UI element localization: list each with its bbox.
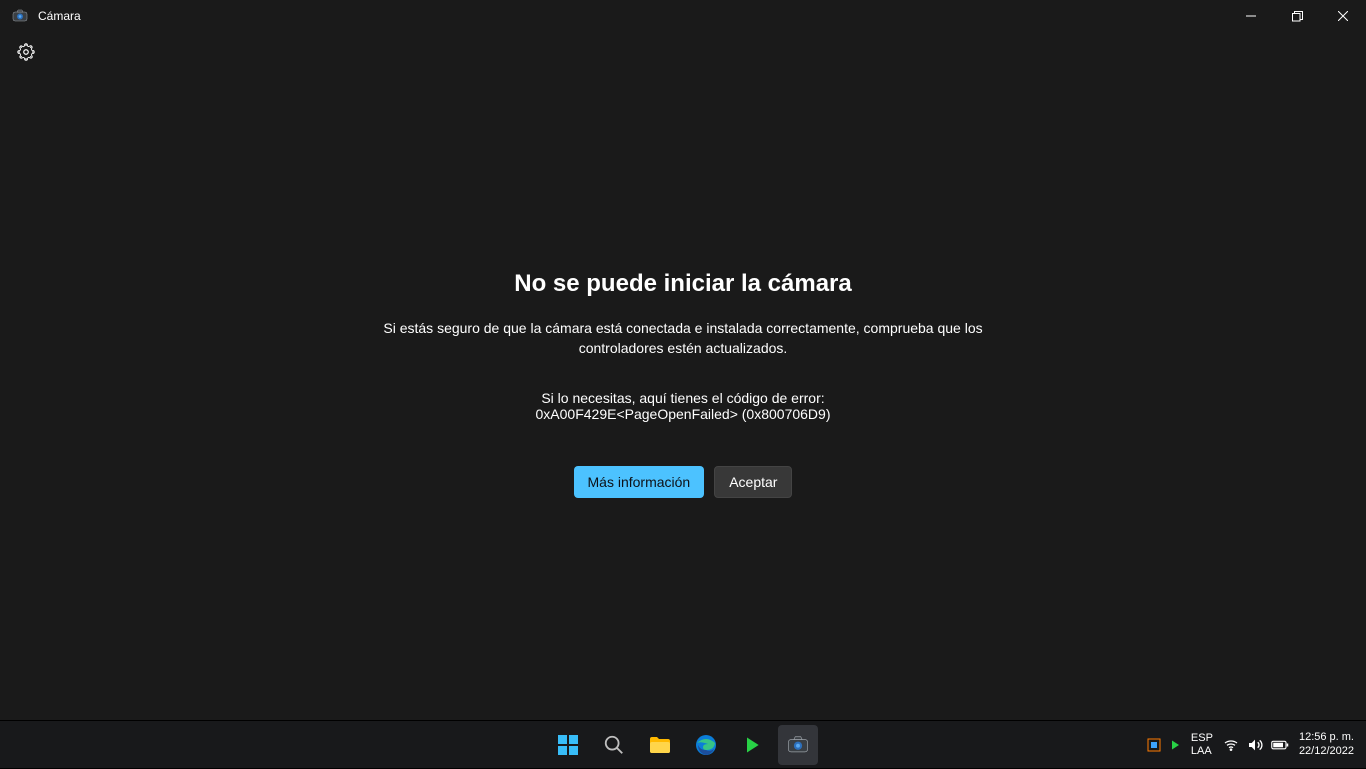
camera-app-window: Cámara No bbox=[0, 0, 1366, 768]
camera-taskbar-button[interactable] bbox=[778, 725, 818, 765]
app-button-1[interactable] bbox=[732, 725, 772, 765]
error-code-block: Si lo necesitas, aquí tienes el código d… bbox=[536, 372, 831, 422]
error-title: No se puede iniciar la cámara bbox=[514, 270, 852, 298]
search-button[interactable] bbox=[594, 725, 634, 765]
error-buttons: Más información Aceptar bbox=[574, 466, 793, 498]
battery-icon bbox=[1271, 738, 1289, 752]
edge-browser-button[interactable] bbox=[686, 725, 726, 765]
taskbar-center bbox=[548, 725, 818, 765]
more-info-button[interactable]: Más información bbox=[574, 466, 705, 498]
taskbar: ESP LAA 12:56 p. m. 22/12/2022 bbox=[0, 720, 1366, 768]
tray-app-icon-2[interactable] bbox=[1169, 739, 1181, 751]
error-code: 0xA00F429E<PageOpenFailed> (0x800706D9) bbox=[536, 406, 831, 422]
language-secondary: LAA bbox=[1191, 745, 1213, 757]
system-tray[interactable] bbox=[1223, 737, 1289, 753]
clock-time: 12:56 p. m. bbox=[1299, 731, 1354, 744]
tray-apps bbox=[1147, 738, 1181, 752]
language-primary: ESP bbox=[1191, 732, 1213, 744]
taskbar-right: ESP LAA 12:56 p. m. 22/12/2022 bbox=[1147, 721, 1358, 769]
file-explorer-button[interactable] bbox=[640, 725, 680, 765]
error-panel: No se puede iniciar la cámara Si estás s… bbox=[0, 0, 1366, 768]
clock-date: 22/12/2022 bbox=[1299, 745, 1354, 758]
language-indicator[interactable]: ESP LAA bbox=[1191, 732, 1213, 756]
volume-icon bbox=[1247, 737, 1263, 753]
wifi-icon bbox=[1223, 737, 1239, 753]
accept-button[interactable]: Aceptar bbox=[714, 466, 792, 498]
error-body: Si estás seguro de que la cámara está co… bbox=[383, 318, 983, 359]
clock[interactable]: 12:56 p. m. 22/12/2022 bbox=[1299, 731, 1358, 757]
tray-app-icon-1[interactable] bbox=[1147, 738, 1161, 752]
start-button[interactable] bbox=[548, 725, 588, 765]
error-code-label: Si lo necesitas, aquí tienes el código d… bbox=[536, 390, 831, 406]
